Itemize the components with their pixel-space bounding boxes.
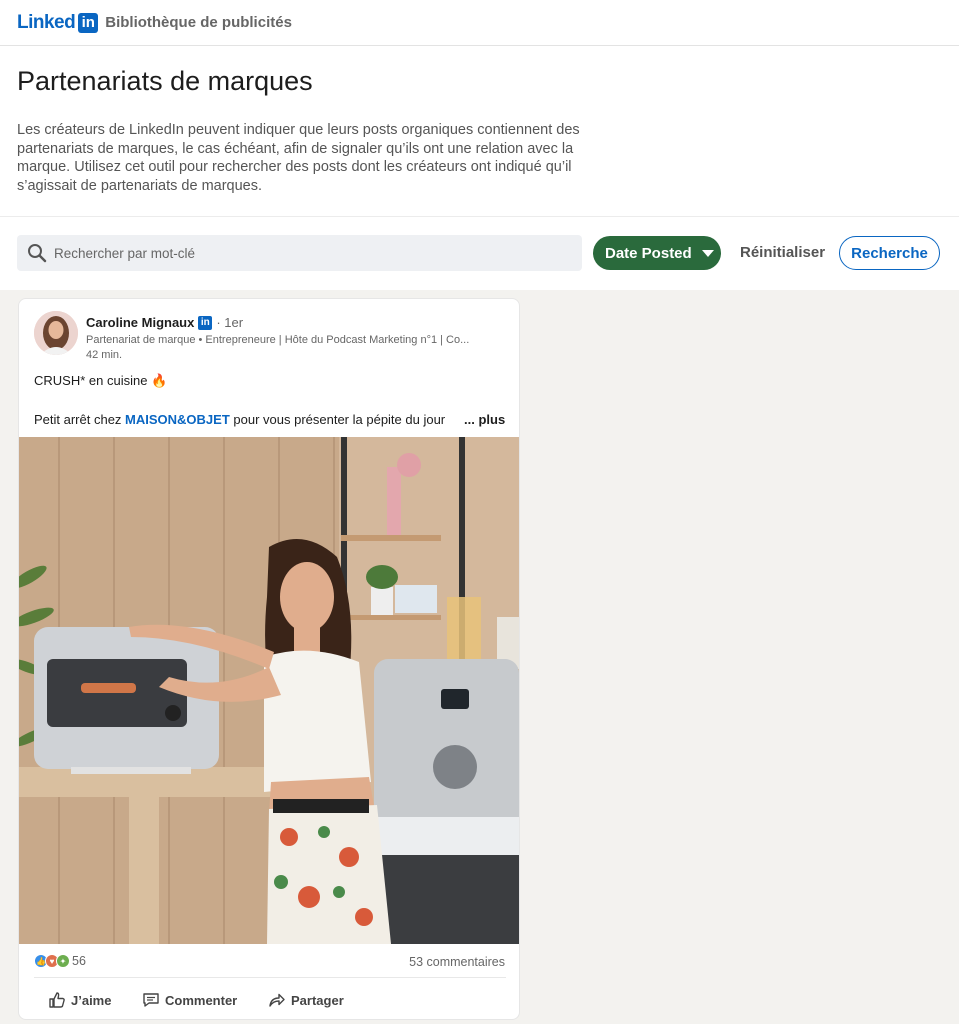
author-name[interactable]: Caroline Mignaux [86,315,194,330]
thumbs-up-icon [49,992,65,1008]
like-button[interactable]: J’aime [48,991,111,1009]
reset-button[interactable]: Réinitialiser [740,244,825,261]
celebrate-reaction-icon: ✦ [56,954,70,968]
share-button[interactable]: Partager [268,991,344,1009]
see-more-link[interactable]: ... plus [464,412,505,427]
page-title: Partenariats de marques [17,66,313,96]
author-avatar[interactable] [34,311,78,355]
search-button[interactable]: Recherche [839,236,940,270]
reaction-icons: 👍 ♥ ✦ [34,954,70,968]
date-posted-label: Date Posted [605,244,692,262]
post-card: Caroline Mignaux in · 1er Partenariat de… [18,298,520,1020]
post-actions: J’aime Commenter Partager [19,987,519,1013]
share-label: Partager [291,992,344,1008]
share-arrow-icon [269,993,285,1007]
like-label: J’aime [71,992,112,1008]
results-feed: Caroline Mignaux in · 1er Partenariat de… [0,290,959,1024]
author-headline: Partenariat de marque • Entrepreneure | … [86,334,470,346]
logo-in-badge: in [78,12,99,33]
post-text-line-2: Petit arrêt chez MAISON&OBJET pour vous … [34,412,445,427]
reactions[interactable]: 👍 ♥ ✦ 56 [34,954,86,968]
search-icon [27,243,47,263]
reactions-count: 56 [72,954,86,968]
comment-button[interactable]: Commenter [142,991,237,1009]
ad-library-title[interactable]: Bibliothèque de publicités [105,14,292,31]
page-header: Partenariats de marques Les créateurs de… [0,46,959,217]
search-input[interactable] [54,245,554,261]
date-posted-button[interactable]: Date Posted [593,236,721,270]
comment-icon [143,993,159,1007]
post-text-prefix: Petit arrêt chez [34,412,126,427]
top-bar: Linked in Bibliothèque de publicités [0,0,959,46]
post-image[interactable] [19,437,519,944]
search-box[interactable] [17,235,582,271]
caret-down-icon [701,249,714,257]
linkedin-logo[interactable]: Linked in [17,11,99,34]
search-toolbar: Date Posted Réinitialiser Recherche [0,218,959,290]
comments-count[interactable]: 53 commentaires [409,955,505,969]
post-text-suffix: pour vous présenter la pépite du jour [229,412,446,427]
mention-link[interactable]: MAISON&OBJET [125,412,230,427]
page-description: Les créateurs de LinkedIn peuvent indiqu… [17,122,580,194]
post-text-line-1: CRUSH* en cuisine 🔥 [34,373,168,388]
connection-degree: · 1er [216,315,244,330]
logo-text: Linked [17,11,76,33]
post-time: 42 min. [86,349,123,361]
author-line: Caroline Mignaux in · 1er [86,315,243,330]
actions-divider [34,977,506,978]
linkedin-badge-icon: in [198,315,213,330]
comment-label: Commenter [165,992,238,1008]
